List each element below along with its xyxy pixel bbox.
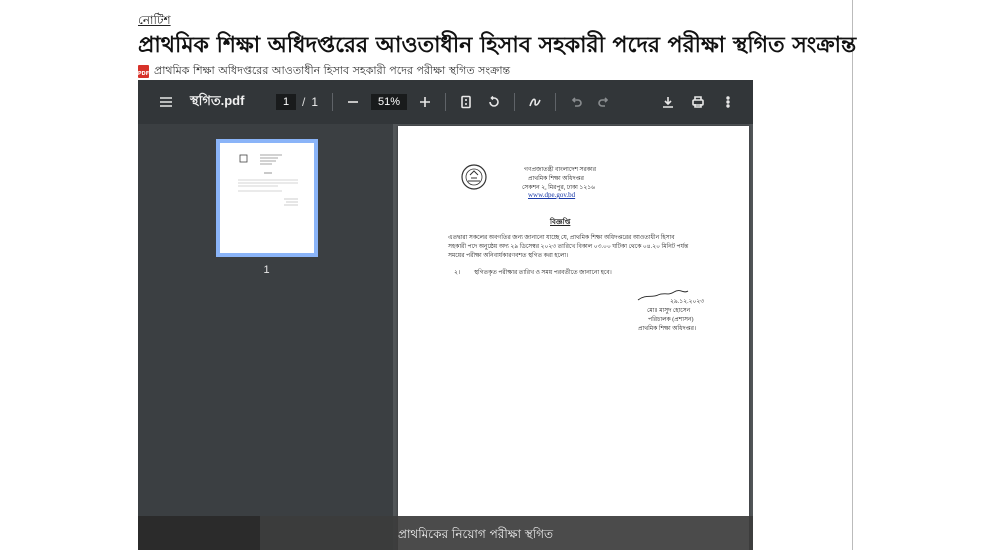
image-caption: প্রাথমিকের নিয়োগ পরীক্ষা স্থগিত bbox=[398, 527, 554, 541]
zoom-in-icon[interactable] bbox=[413, 90, 437, 114]
toolbar-divider bbox=[555, 93, 557, 111]
fit-page-icon[interactable] bbox=[454, 90, 478, 114]
print-icon[interactable] bbox=[686, 90, 710, 114]
toolbar-divider bbox=[445, 93, 447, 111]
download-icon[interactable] bbox=[656, 90, 680, 114]
thumbnail-page-number: 1 bbox=[263, 264, 270, 276]
pdf-attachment-label[interactable]: প্রাথমিক শিক্ষা অধিদপ্তরের আওতাধীন হিসাব… bbox=[154, 62, 510, 81]
page-separator: / bbox=[302, 95, 306, 109]
doc-sign-office: প্রাথমিক শিক্ষা অধিদপ্তর। bbox=[638, 326, 697, 332]
pdf-file-icon: PDF bbox=[138, 65, 149, 78]
doc-website-link[interactable]: www.dpe.gov.bd bbox=[528, 191, 575, 199]
page-thumbnail[interactable] bbox=[216, 139, 318, 257]
government-logo-icon bbox=[461, 164, 487, 190]
total-pages: 1 bbox=[311, 95, 319, 109]
annotate-icon[interactable] bbox=[523, 90, 547, 114]
doc-heading: বিজ্ঞপ্তি bbox=[550, 218, 571, 226]
page-number-input[interactable]: 1 bbox=[276, 94, 296, 110]
pdf-page: গণপ্রজাতন্ত্রী বাংলাদেশ সরকার প্রাথমিক শ… bbox=[398, 126, 749, 550]
toolbar-divider bbox=[332, 93, 334, 111]
redo-icon[interactable] bbox=[592, 90, 616, 114]
zoom-out-icon[interactable] bbox=[341, 90, 365, 114]
pdf-toolbar: স্থগিত.pdf 1 / 1 51% bbox=[138, 80, 753, 124]
zoom-input[interactable]: 51% bbox=[371, 94, 408, 110]
toolbar-divider bbox=[514, 93, 516, 111]
doc-body-line: সময়ের পরীক্ষা অনিবার্যকারণবশত স্থগিত কর… bbox=[448, 253, 569, 259]
pdf-viewer: স্থগিত.pdf 1 / 1 51% 1 গণপ্রজাতন্ত্রী বা… bbox=[138, 80, 753, 550]
more-options-icon[interactable] bbox=[716, 90, 740, 114]
thumbnail-preview bbox=[238, 154, 298, 206]
undo-icon[interactable] bbox=[564, 90, 588, 114]
article-headline: প্রাথমিক শিক্ষা অধিদপ্তরের আওতাধীন হিসাব… bbox=[138, 33, 857, 58]
doc-item-text: স্থগিতকৃত পরীক্ষার তারিখ ও সময় পরবর্তীত… bbox=[474, 270, 612, 276]
file-name: স্থগিত.pdf bbox=[190, 92, 245, 108]
doc-item-number: ২। bbox=[454, 270, 461, 276]
thumbnail-sidebar: 1 bbox=[138, 124, 393, 550]
pdf-attachment-link[interactable]: PDF প্রাথমিক শিক্ষা অধিদপ্তরের আওতাধীন হ… bbox=[138, 62, 510, 81]
menu-icon[interactable] bbox=[154, 90, 178, 114]
rotate-icon[interactable] bbox=[482, 90, 506, 114]
caption-left-strip bbox=[138, 516, 260, 550]
